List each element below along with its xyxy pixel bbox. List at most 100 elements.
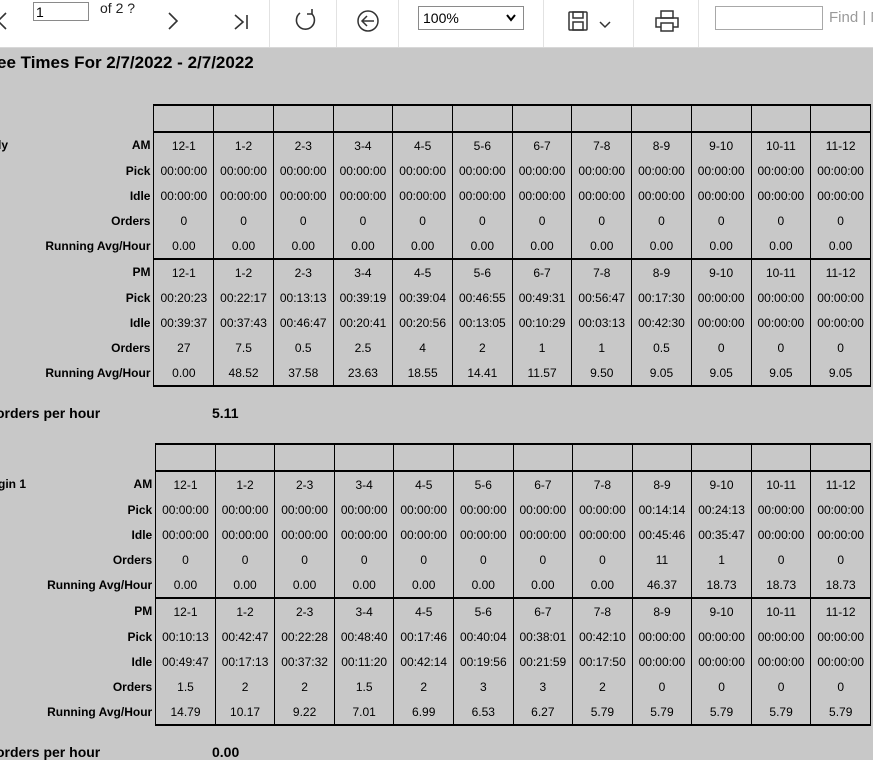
- header-cell: [274, 443, 335, 471]
- value-cell: 9.05: [690, 360, 752, 387]
- header-cell: [691, 443, 752, 471]
- orders-label: Orders: [112, 552, 153, 567]
- value-cell: 00:00:00: [153, 183, 215, 208]
- hour-cell: 12-1: [153, 258, 215, 285]
- hour-cell: 10-11: [750, 470, 812, 497]
- value-cell: 00:10:13: [155, 624, 216, 649]
- hour-cell: 3-4: [333, 597, 395, 624]
- value-cell: 0: [511, 208, 573, 233]
- back-to-parent-icon[interactable]: [356, 9, 380, 38]
- value-cell: 9.05: [810, 360, 871, 387]
- value-cell: 1: [511, 335, 573, 360]
- zoom-select[interactable]: 100%: [418, 6, 524, 30]
- orders-per-hour-value: 5.11: [212, 405, 239, 421]
- pick-label: Pick: [127, 629, 153, 644]
- employee-name: [0, 259, 45, 285]
- table-row: Running Avg/Hour 14.79 10.17 9.22 7.01 6.99 6.…: [0, 699, 871, 726]
- value-cell: 5.79: [631, 699, 693, 726]
- previous-page-icon[interactable]: [0, 10, 8, 37]
- print-icon[interactable]: [654, 9, 680, 38]
- find-button[interactable]: Find | N: [829, 9, 873, 26]
- hour-cell: 10-11: [750, 597, 812, 624]
- value-cell: 00:00:00: [272, 183, 334, 208]
- refresh-icon[interactable]: [292, 8, 318, 39]
- header-cell: [511, 104, 573, 132]
- value-cell: 6.99: [393, 699, 455, 726]
- header-cell: [452, 104, 513, 132]
- value-cell: 11.57: [511, 360, 573, 387]
- table-row: Running Avg/Hour 0.00 0.00 0.00 0.00 0.00 0.00…: [0, 572, 871, 598]
- hour-cell: 7-8: [571, 131, 633, 158]
- next-page-icon[interactable]: [166, 10, 180, 37]
- value-cell: 0.00: [631, 233, 692, 259]
- value-cell: 23.63: [332, 360, 394, 387]
- value-cell: 00:03:13: [571, 310, 633, 335]
- value-cell: 48.52: [213, 360, 274, 387]
- value-cell: 0: [691, 674, 752, 699]
- table-row: ly AM12-11-22-33-44-55-66-77-88-99-1010-1…: [0, 131, 871, 158]
- hour-cell: 7-8: [572, 470, 633, 497]
- value-cell: 0.00: [810, 233, 871, 259]
- employee-name: ly: [0, 138, 9, 152]
- value-cell: 1.5: [333, 674, 395, 699]
- hour-cell: 9-10: [690, 258, 752, 285]
- value-cell: 0: [690, 335, 752, 360]
- value-cell: 14.41: [452, 360, 513, 387]
- find-input[interactable]: [715, 6, 823, 30]
- value-cell: 00:42:47: [214, 624, 276, 649]
- value-cell: 0.00: [571, 233, 633, 259]
- value-cell: 18.73: [691, 572, 752, 598]
- value-cell: 00:00:00: [750, 285, 812, 310]
- hour-cell: 3-4: [332, 258, 394, 285]
- header-cell: [750, 443, 812, 471]
- hour-cell: 9-10: [691, 597, 752, 624]
- idle-label: Idle: [131, 654, 153, 669]
- report-viewer-toolbar: of 2 ? 100% Find | N: [0, 0, 873, 48]
- last-page-icon[interactable]: [232, 13, 250, 36]
- hour-cell: 12-1: [155, 470, 216, 497]
- running-label: Running Avg/Hour: [45, 239, 151, 253]
- hour-cell: 6-7: [512, 470, 574, 497]
- value-cell: 00:00:00: [750, 624, 812, 649]
- hour-cell: 4-5: [392, 258, 453, 285]
- hour-cell: 12-1: [155, 597, 216, 624]
- hour-cell: 8-9: [631, 597, 693, 624]
- value-cell: 00:00:00: [453, 497, 514, 522]
- hour-cell: 11-12: [810, 597, 871, 624]
- value-cell: 00:00:00: [571, 183, 633, 208]
- header-cell: [512, 443, 574, 471]
- value-cell: 00:00:00: [750, 310, 812, 335]
- value-cell: 00:00:00: [274, 522, 335, 547]
- value-cell: 0: [810, 335, 871, 360]
- header-cell: [810, 443, 871, 471]
- value-cell: 0: [452, 208, 513, 233]
- value-cell: 5.79: [810, 699, 871, 726]
- orders-per-hour-label: orders per hour: [0, 405, 101, 421]
- export-dropdown-icon[interactable]: [598, 18, 612, 36]
- value-cell: 00:37:32: [274, 649, 335, 674]
- value-cell: 00:00:00: [750, 158, 812, 183]
- hour-cell: 1-2: [214, 597, 276, 624]
- save-icon[interactable]: [567, 10, 589, 37]
- idle-label: Idle: [129, 188, 151, 203]
- value-cell: 00:00:00: [810, 285, 871, 310]
- value-cell: 0.00: [452, 233, 513, 259]
- value-cell: 0: [393, 547, 455, 572]
- value-cell: 0: [810, 547, 871, 572]
- toolbar-separator: [543, 0, 544, 47]
- value-cell: 0: [571, 208, 633, 233]
- page-number-input[interactable]: [33, 2, 89, 21]
- value-cell: 00:00:00: [691, 624, 752, 649]
- employee-name: gin 1: [0, 477, 27, 491]
- hour-cell: 1-2: [213, 131, 274, 158]
- value-cell: 0.00: [213, 233, 274, 259]
- orders-label: Orders: [111, 340, 151, 355]
- header-cell: [214, 443, 276, 471]
- value-cell: 0.00: [272, 233, 334, 259]
- value-cell: 00:00:00: [810, 158, 871, 183]
- table-row: Pick 00:10:13 00:42:47 00:22:28 00:48:40 00:1…: [0, 624, 871, 649]
- employee-name: [0, 598, 47, 624]
- value-cell: 00:00:00: [750, 183, 812, 208]
- idle-label: Idle: [129, 315, 151, 330]
- value-cell: 0: [810, 674, 871, 699]
